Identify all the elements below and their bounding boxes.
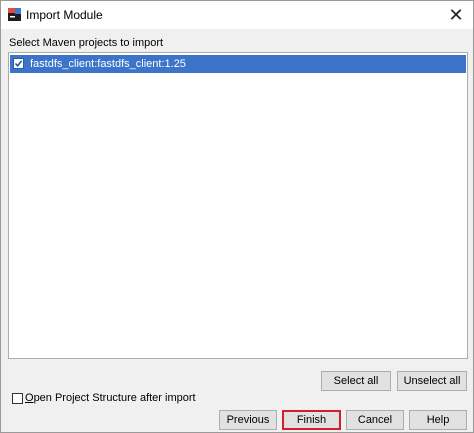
select-projects-label: Select Maven projects to import: [9, 37, 164, 49]
maven-projects-list[interactable]: fastdfs_client:fastdfs_client:1.25: [8, 52, 468, 359]
title-bar: Import Module ✕: [1, 1, 473, 29]
list-item[interactable]: fastdfs_client:fastdfs_client:1.25: [10, 55, 466, 73]
help-button[interactable]: Help: [409, 410, 467, 430]
finish-button[interactable]: Finish: [282, 410, 341, 430]
project-checkbox[interactable]: [13, 58, 24, 69]
checkmark-icon: [14, 60, 23, 67]
mnemonic-letter: O: [25, 392, 34, 404]
project-label: fastdfs_client:fastdfs_client:1.25: [30, 58, 186, 70]
open-structure-text: pen Project Structure after import: [33, 392, 196, 404]
open-structure-checkbox[interactable]: [12, 393, 23, 404]
close-icon[interactable]: ✕: [439, 1, 473, 29]
unselect-all-button[interactable]: Unselect all: [397, 371, 467, 391]
intellij-app-icon: [8, 8, 21, 21]
select-all-button[interactable]: Select all: [321, 371, 391, 391]
dialog-title: Import Module: [26, 8, 103, 22]
open-structure-label[interactable]: Open Project Structure after import: [25, 392, 196, 404]
previous-button[interactable]: Previous: [219, 410, 277, 430]
cancel-button[interactable]: Cancel: [346, 410, 404, 430]
import-module-dialog: Import Module ✕ Select Maven projects to…: [0, 0, 474, 433]
